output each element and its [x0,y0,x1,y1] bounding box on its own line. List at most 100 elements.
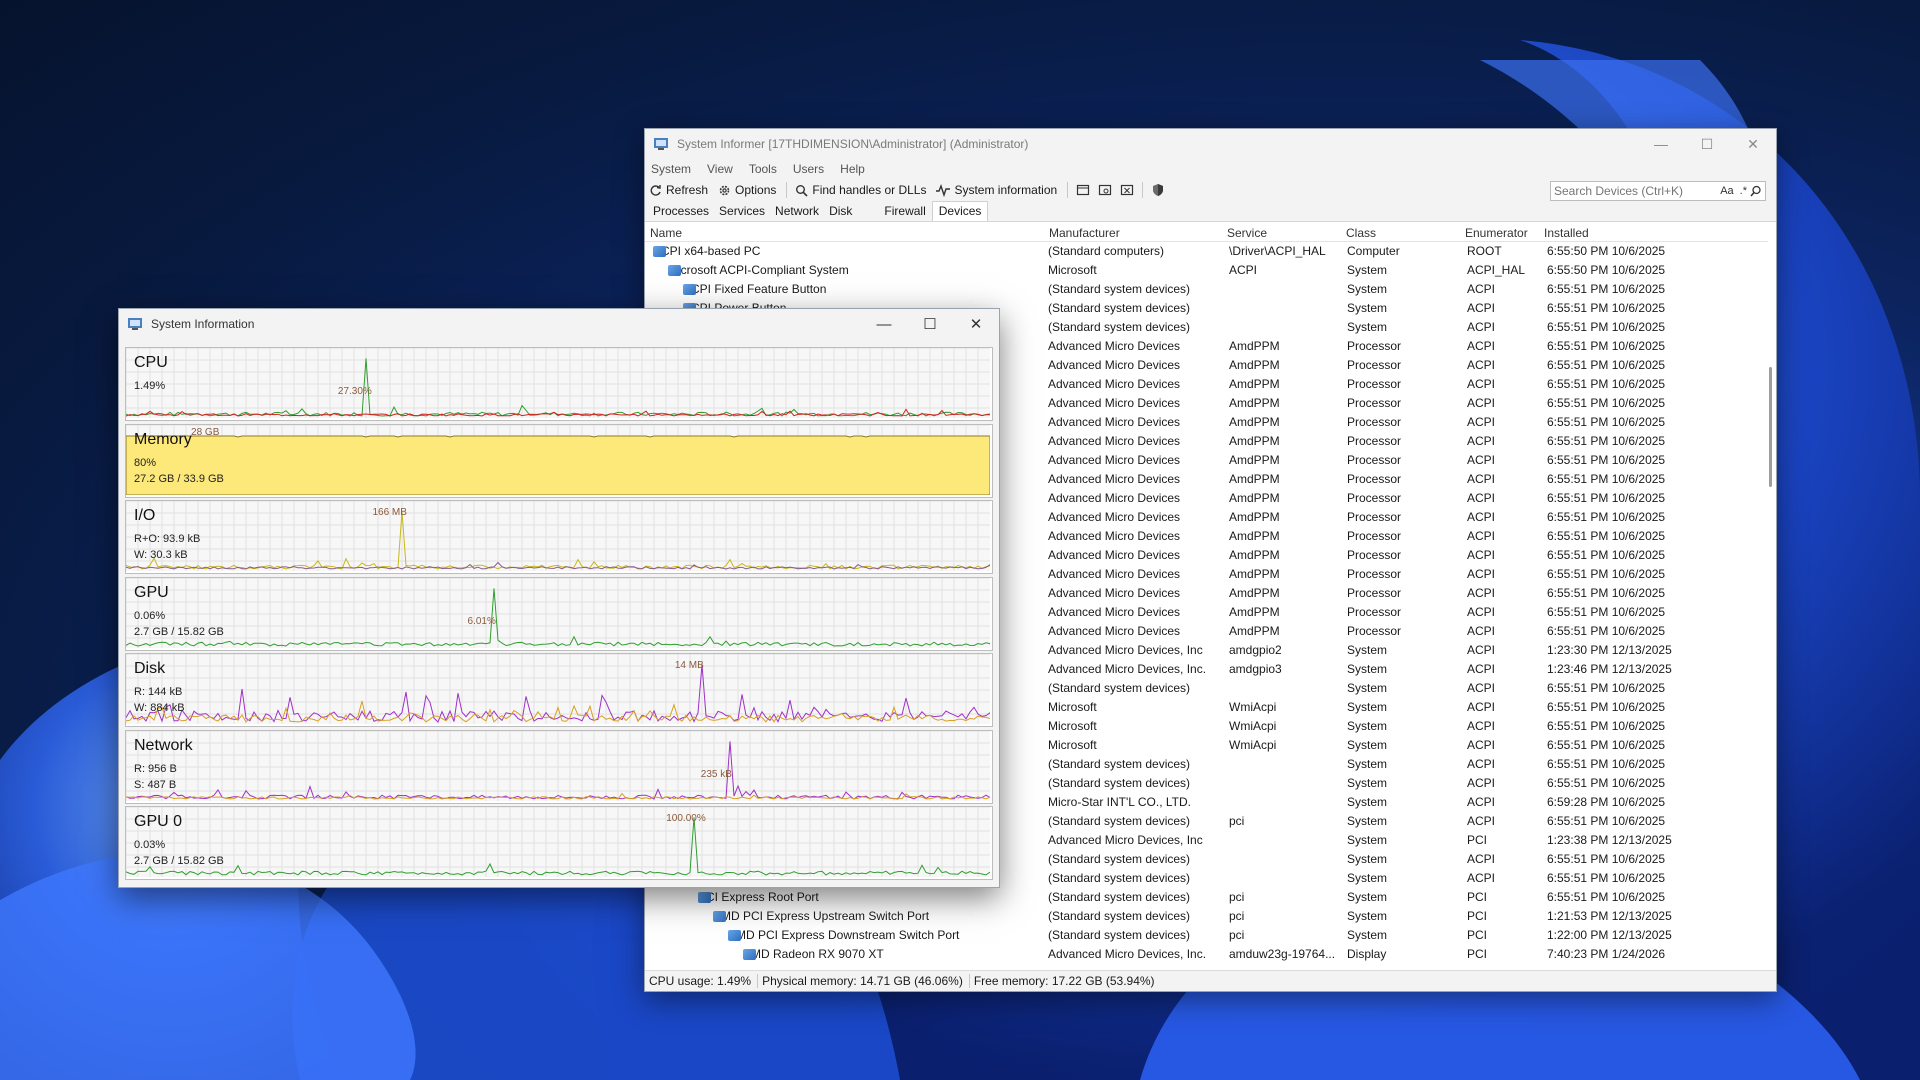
device-row[interactable]: ACPI Fixed Feature Button (Standard syste… [645,280,1764,299]
menu-view[interactable]: View [707,162,733,176]
cell-manufacturer: Advanced Micro Devices [1048,567,1181,581]
tab-services[interactable]: Services [715,204,771,221]
close-icon[interactable]: ✕ [1730,129,1776,159]
device-row[interactable]: ⌵AMD PCI Express Downstream Switch Port (… [645,926,1764,945]
column-service[interactable]: Service [1227,226,1267,240]
menu-system[interactable]: System [651,162,691,176]
cell-manufacturer: Advanced Micro Devices [1048,529,1181,543]
window-icon[interactable] [1076,183,1090,197]
cell-class: Processor [1347,605,1402,619]
device-row[interactable]: ⌵AMD PCI Express Upstream Switch Port (St… [645,907,1764,926]
cell-enumerator: ACPI [1467,320,1496,334]
toolbar-separator [786,182,788,198]
device-name-label: Microsoft ACPI-Compliant System [668,263,849,277]
cell-manufacturer: Advanced Micro Devices [1048,453,1181,467]
cell-class: System [1347,928,1388,942]
system-information-window: System Information — ☐ ✕ CPU 1.49% 27.30% M… [118,308,1000,888]
tab-devices[interactable]: Devices [931,201,989,221]
vertical-scrollbar[interactable] [1768,242,1774,969]
minimize-icon[interactable]: — [861,309,907,339]
minimize-icon[interactable]: — [1638,129,1684,159]
close-icon[interactable]: ✕ [953,309,999,339]
tab-disk[interactable]: Disk [825,204,858,221]
window-close-icon[interactable] [1120,183,1134,197]
graph-disk [126,654,990,724]
device-name-label: AMD PCI Express Downstream Switch Port [728,928,960,942]
cell-enumerator: ROOT [1467,244,1502,258]
maximize-icon[interactable]: ☐ [907,309,953,339]
panel-network[interactable]: Network R: 956 B S: 487 B 235 kB [125,729,993,804]
device-row[interactable]: ⌵ACPI x64-based PC (Standard computers) \D… [645,242,1764,261]
menu-tools[interactable]: Tools [749,162,777,176]
cell-class: Processor [1347,396,1402,410]
device-name-cell: ⌵AMD Radeon RX 9070 XT [743,947,884,961]
menu-users[interactable]: Users [793,162,824,176]
cell-enumerator: ACPI [1467,814,1496,828]
column-enumerator[interactable]: Enumerator [1465,226,1528,240]
cell-manufacturer: Advanced Micro Devices [1048,586,1181,600]
cell-installed: 6:55:51 PM 10/6/2025 [1547,472,1666,486]
cell-enumerator: ACPI [1467,529,1496,543]
cell-enumerator: ACPI [1467,548,1496,562]
sysinfo-titlebar[interactable]: System Information — ☐ ✕ [119,309,999,339]
cell-manufacturer: Advanced Micro Devices [1048,358,1181,372]
cell-enumerator: ACPI [1467,738,1496,752]
options-button[interactable]: Options [718,183,776,197]
column-class[interactable]: Class [1346,226,1376,240]
panel-value-2: 27.2 GB / 33.9 GB [134,472,224,485]
graph-io [126,501,990,571]
peak-label: 166 MB [372,507,407,518]
panel-io[interactable]: I/O R+O: 93.9 kB W: 30.3 kB 166 MB [125,500,993,574]
maximize-icon[interactable]: ☐ [1684,129,1730,159]
refresh-button[interactable]: Refresh [649,183,708,197]
cell-installed: 6:55:51 PM 10/6/2025 [1547,681,1666,695]
panel-disk[interactable]: Disk R: 144 kB W: 884 kB 14 MB [125,653,993,727]
panel-gpu[interactable]: GPU 0.06% 2.7 GB / 15.82 GB 6.01% [125,576,993,651]
cell-enumerator: PCI [1467,909,1488,923]
cell-installed: 6:55:50 PM 10/6/2025 [1547,244,1666,258]
device-icon [713,911,726,922]
cell-installed: 6:55:51 PM 10/6/2025 [1547,339,1666,353]
match-case-toggle[interactable]: Aa [1720,185,1733,197]
graph-memory [126,424,990,495]
menu-help[interactable]: Help [840,162,865,176]
search-devices-input[interactable] [1551,183,1718,199]
panel-gpu0[interactable]: GPU 0 0.03% 2.7 GB / 15.82 GB 100.00% [125,806,993,880]
tab-network[interactable]: Network [771,204,825,221]
cell-service: ACPI [1229,263,1258,277]
find-handles-button[interactable]: Find handles or DLLs [795,183,926,197]
search-devices-box: Aa .* [1550,181,1766,201]
main-titlebar[interactable]: System Informer [17THDIMENSION\Administr… [645,129,1776,159]
window-find-icon[interactable] [1098,183,1112,197]
column-installed[interactable]: Installed [1544,226,1589,240]
scrollbar-thumb[interactable] [1769,367,1772,487]
cell-installed: 6:55:51 PM 10/6/2025 [1547,719,1666,733]
regex-toggle[interactable]: .* [1740,185,1747,197]
panel-cpu[interactable]: CPU 1.49% 27.30% [125,347,993,421]
cell-installed: 1:23:30 PM 12/13/2025 [1547,643,1672,657]
device-row[interactable]: ⌵AMD Radeon RX 9070 XT Advanced Micro Dev… [645,945,1764,964]
cell-installed: 6:55:51 PM 10/6/2025 [1547,548,1666,562]
tab-firewall[interactable]: Firewall [880,204,931,221]
column-manufacturer[interactable]: Manufacturer [1049,226,1120,240]
cell-installed: 1:21:53 PM 12/13/2025 [1547,909,1672,923]
cell-installed: 6:55:51 PM 10/6/2025 [1547,415,1666,429]
device-row[interactable]: ⌵Microsoft ACPI-Compliant SystemMicrosof… [645,261,1764,280]
shield-icon[interactable] [1151,183,1165,197]
cell-installed: 6:55:51 PM 10/6/2025 [1547,757,1666,771]
tab-processes[interactable]: Processes [649,204,715,221]
column-name[interactable]: Name [650,226,682,240]
search-icon[interactable] [1750,185,1762,197]
panel-memory[interactable]: Memory 80% 27.2 GB / 33.9 GB 28 GB [125,423,993,498]
cell-class: Processor [1347,624,1402,638]
cell-class: Processor [1347,415,1402,429]
cell-class: System [1347,852,1388,866]
system-information-button[interactable]: System information [936,183,1057,197]
device-row[interactable]: ⌵PCI Express Root Port (Standard system d… [645,888,1764,907]
cell-manufacturer: (Standard system devices) [1048,776,1191,790]
sysinfo-window-title: System Information [151,317,255,331]
cell-service: \Driver\ACPI_HAL [1229,244,1326,258]
cell-installed: 6:55:51 PM 10/6/2025 [1547,852,1666,866]
cell-service: AmdPPM [1229,434,1280,448]
cell-class: System [1347,301,1388,315]
